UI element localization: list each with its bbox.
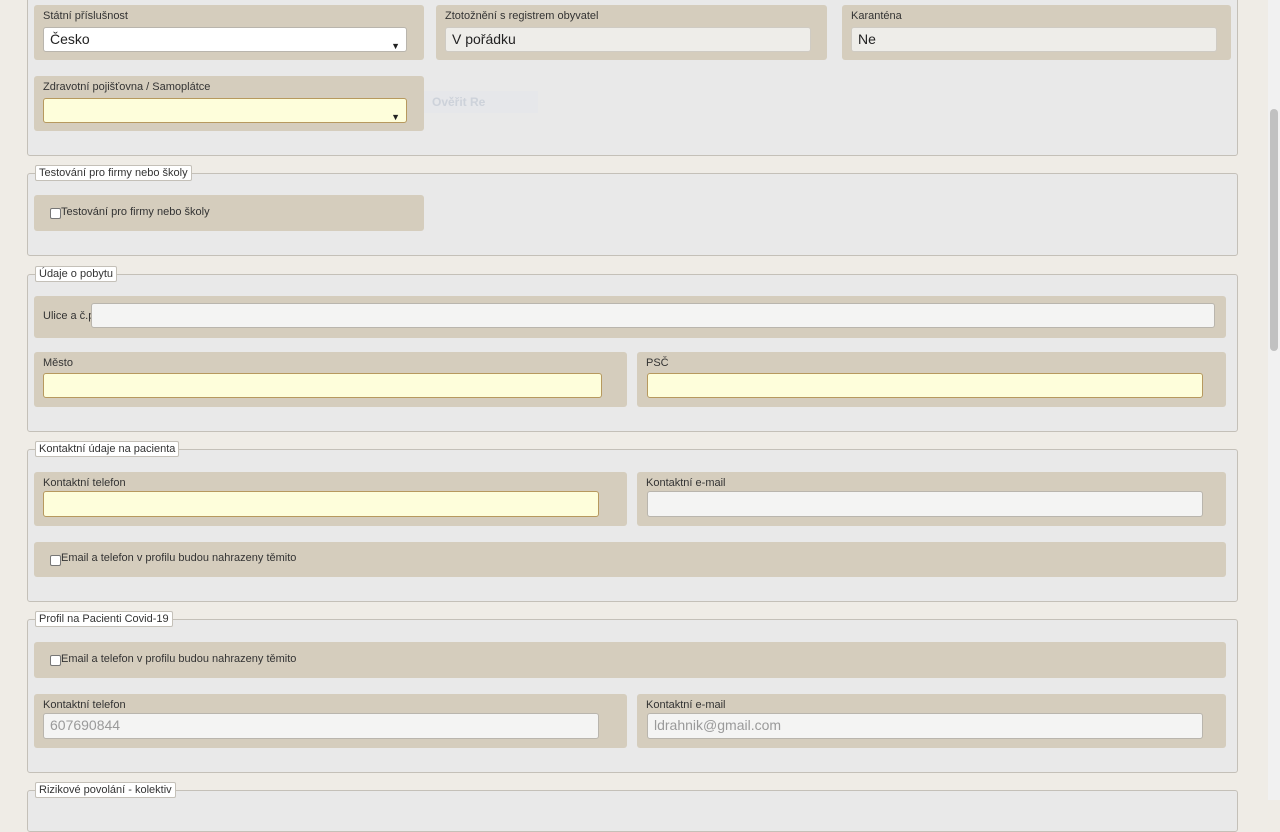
- field-karantena-value: Ne: [858, 31, 876, 47]
- panel-kontakt-email: Kontaktní e-mail: [637, 472, 1226, 526]
- vertical-scrollbar[interactable]: [1268, 0, 1280, 800]
- input-ulice[interactable]: [91, 303, 1215, 328]
- legend-profil: Profil na Pacienti Covid-19: [35, 611, 173, 627]
- label-pojistovna: Zdravotní pojišťovna / Samoplátce: [43, 81, 211, 93]
- checkbox-testovani-label: Testování pro firmy nebo školy: [61, 206, 210, 218]
- panel-karantena: Karanténa Ne: [842, 5, 1231, 60]
- field-ztotozneni: V pořádku: [445, 27, 811, 52]
- section-kontakt: Kontaktní údaje na pacienta Kontaktní te…: [27, 441, 1238, 602]
- legend-kontakt: Kontaktní údaje na pacienta: [35, 441, 180, 457]
- chevron-down-icon: ▼: [391, 41, 400, 51]
- section-profil: Profil na Pacienti Covid-19 Email a tele…: [27, 611, 1238, 773]
- label-profil-email: Kontaktní e-mail: [646, 699, 726, 711]
- panel-ztotozneni: Ztotožnění s registrem obyvatel V pořádk…: [436, 5, 827, 60]
- input-profil-telefon[interactable]: 607690844: [43, 713, 599, 739]
- label-kontakt-telefon: Kontaktní telefon: [43, 477, 126, 489]
- panel-testovani: Testování pro firmy nebo školy: [34, 195, 424, 231]
- panel-mesto: Město: [34, 352, 627, 407]
- label-kontakt-email: Kontaktní e-mail: [646, 477, 726, 489]
- select-statni-prislusnost[interactable]: Česko ▼: [43, 27, 407, 52]
- label-ulice: Ulice a č.p.: [43, 310, 98, 322]
- panel-ulice: Ulice a č.p.: [34, 296, 1226, 338]
- panel-profil-telefon: Kontaktní telefon 607690844: [34, 694, 627, 748]
- input-mesto[interactable]: [43, 373, 602, 398]
- section-pobyt: Údaje o pobytu Ulice a č.p. Město PSČ: [27, 266, 1238, 432]
- checkbox-kontakt-nahradit-label: Email a telefon v profilu budou nahrazen…: [61, 552, 297, 564]
- field-ztotozneni-value: V pořádku: [452, 31, 516, 47]
- label-karantena: Karanténa: [851, 10, 902, 22]
- input-kontakt-email[interactable]: [647, 491, 1203, 517]
- section-testovani: Testování pro firmy nebo školy Testování…: [27, 165, 1238, 256]
- ghost-overi-button: Ověřit Re: [424, 91, 538, 113]
- panel-profil-email: Kontaktní e-mail ldrahnik@gmail.com: [637, 694, 1226, 748]
- input-psc[interactable]: [647, 373, 1203, 398]
- checkbox-profil-nahradit-label: Email a telefon v profilu budou nahrazen…: [61, 653, 297, 665]
- checkbox-testovani[interactable]: [50, 208, 61, 219]
- panel-pojistovna: Zdravotní pojišťovna / Samoplátce ▼: [34, 76, 424, 131]
- input-profil-email[interactable]: ldrahnik@gmail.com: [647, 713, 1203, 739]
- legend-testovani: Testování pro firmy nebo školy: [35, 165, 192, 181]
- panel-psc: PSČ: [637, 352, 1226, 407]
- chevron-down-icon: ▼: [391, 112, 400, 122]
- input-profil-email-placeholder: ldrahnik@gmail.com: [654, 717, 782, 733]
- panel-profil-checkbox: Email a telefon v profilu budou nahrazen…: [34, 642, 1226, 678]
- label-statni-prislusnost: Státní příslušnost: [43, 10, 128, 22]
- checkbox-kontakt-nahradit[interactable]: [50, 555, 61, 566]
- scrollbar-thumb[interactable]: [1270, 109, 1278, 351]
- label-ztotozneni: Ztotožnění s registrem obyvatel: [445, 10, 599, 22]
- label-profil-telefon: Kontaktní telefon: [43, 699, 126, 711]
- field-karantena: Ne: [851, 27, 1217, 52]
- legend-rizikove: Rizikové povolání - kolektiv: [35, 782, 176, 798]
- panel-kontakt-telefon: Kontaktní telefon: [34, 472, 627, 526]
- input-kontakt-telefon[interactable]: [43, 491, 599, 517]
- section-personal: Státní příslušnost Česko ▼ Ztotožnění s …: [27, 0, 1238, 156]
- legend-pobyt: Údaje o pobytu: [35, 266, 117, 282]
- input-profil-telefon-placeholder: 607690844: [50, 717, 121, 733]
- checkbox-profil-nahradit[interactable]: [50, 655, 61, 666]
- select-pojistovna[interactable]: ▼: [43, 98, 407, 123]
- panel-statni-prislusnost: Státní příslušnost Česko ▼: [34, 5, 424, 60]
- section-rizikove: Rizikové povolání - kolektiv: [27, 782, 1238, 832]
- panel-kontakt-checkbox: Email a telefon v profilu budou nahrazen…: [34, 542, 1226, 577]
- select-value: Česko: [50, 31, 90, 47]
- label-psc: PSČ: [646, 357, 669, 369]
- label-mesto: Město: [43, 357, 73, 369]
